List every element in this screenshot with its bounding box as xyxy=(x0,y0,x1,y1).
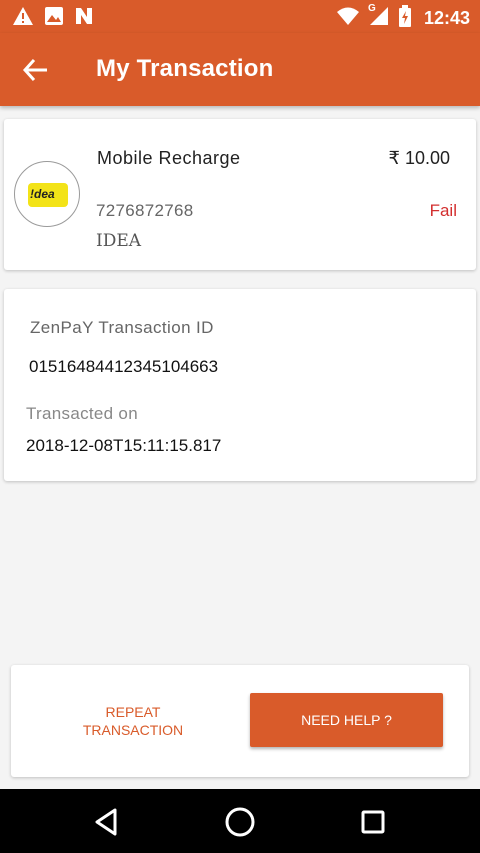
status-time: 12:43 xyxy=(423,8,470,28)
status-badge: Fail xyxy=(429,201,457,220)
nav-recents-button[interactable] xyxy=(356,805,390,839)
operator-name: IDEA xyxy=(96,231,142,251)
transaction-id-label: ZenPaY Transaction ID xyxy=(30,318,214,337)
action-panel: REPEAT TRANSACTION NEED HELP ? xyxy=(11,665,469,777)
repeat-label-line2: TRANSACTION xyxy=(82,722,184,738)
recents-square-icon xyxy=(361,810,385,834)
wifi-icon xyxy=(336,6,360,31)
battery-icon xyxy=(398,5,412,32)
logo-text: !dea xyxy=(30,187,55,201)
idea-logo-icon: !dea xyxy=(28,183,68,207)
transaction-amount: ₹ 10.00 xyxy=(388,148,451,168)
app-bar: My Transaction xyxy=(0,33,480,106)
arrow-left-icon xyxy=(22,58,47,82)
back-button[interactable] xyxy=(22,57,52,83)
transaction-details-card: ZenPaY Transaction ID 015164844123451046… xyxy=(4,289,476,481)
home-circle-icon xyxy=(225,807,255,837)
repeat-label-line1: REPEAT xyxy=(105,704,161,720)
network-type-label: G xyxy=(367,3,376,14)
status-bar-left xyxy=(12,6,94,31)
n-logo-icon xyxy=(74,6,94,31)
transacted-on-value: 2018-12-08T15:11:15.817 xyxy=(26,436,222,455)
warning-icon xyxy=(12,6,34,31)
transaction-summary-card: !dea Mobile Recharge ₹ 10.00 7276872768 … xyxy=(4,119,476,270)
page-title: My Transaction xyxy=(96,55,274,82)
back-triangle-icon xyxy=(95,808,117,836)
image-icon xyxy=(44,6,64,31)
transaction-id-value: 01516484412345104663 xyxy=(29,357,219,376)
status-bar-right: G 12:43 xyxy=(336,3,470,32)
nav-home-button[interactable] xyxy=(223,805,257,839)
need-help-button[interactable]: NEED HELP ? xyxy=(250,693,443,747)
mobile-number: 7276872768 xyxy=(96,201,194,220)
transacted-on-label: Transacted on xyxy=(26,404,138,423)
status-bar: G 12:43 xyxy=(0,0,480,33)
operator-logo: !dea xyxy=(14,161,80,227)
service-name: Mobile Recharge xyxy=(97,148,241,168)
signal-icon: G xyxy=(367,3,390,31)
nav-back-button[interactable] xyxy=(90,805,124,839)
system-nav-bar xyxy=(0,789,480,853)
repeat-transaction-button[interactable]: REPEAT TRANSACTION xyxy=(71,703,195,739)
